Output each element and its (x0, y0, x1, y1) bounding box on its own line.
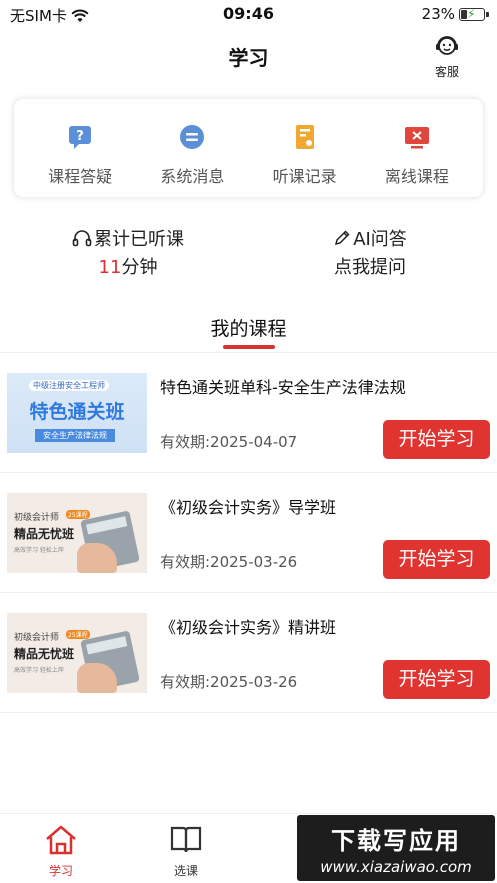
quick-action-offline-courses[interactable]: 离线课程 (371, 99, 463, 197)
message-icon (180, 125, 205, 149)
thumb-tag: 25课程 (66, 510, 90, 519)
quick-action-system-messages[interactable]: 系统消息 (146, 99, 238, 197)
thumb-subtitle: 安全生产法律法规 (35, 429, 115, 442)
thumb-line2: 精品无忧班 (14, 527, 75, 541)
status-bar: 无SIM卡 09:46 23% ⚡ (0, 0, 497, 30)
headphones-icon (72, 230, 92, 247)
tab-course-select[interactable]: 选课 (156, 824, 216, 879)
ai-qa-action: 点我提问 (334, 257, 406, 278)
listen-total-unit: 分钟 (121, 257, 158, 278)
quick-action-label: 系统消息 (160, 167, 225, 186)
thumb-line3: 高效学习 轻松上岸 (14, 547, 64, 554)
ai-qa-button[interactable]: AI问答 点我提问 (270, 225, 470, 279)
ai-qa-label: AI问答 (353, 229, 407, 250)
listen-total-stat: 累计已听课 11分钟 (28, 225, 228, 279)
start-learning-button[interactable]: 开始学习 (383, 540, 490, 579)
listen-total-label: 累计已听课 (94, 229, 184, 250)
customer-service-button[interactable]: 客服 (427, 34, 467, 80)
my-courses-title: 我的课程 (210, 318, 287, 340)
thumb-line1: 初级会计师 (14, 633, 60, 643)
book-icon (170, 826, 202, 853)
quick-action-label: 课程答疑 (48, 167, 113, 186)
stats-section: 累计已听课 11分钟 AI问答 点我提问 (0, 225, 497, 285)
battery-percent: 23% (421, 5, 455, 23)
battery-icon: ⚡ (459, 7, 489, 21)
thumb-line1: 初级会计师 (14, 513, 60, 523)
active-underline (222, 345, 275, 349)
quick-actions-card: ? 课程答疑 系统消息 听课记录 离线课程 (13, 98, 484, 198)
nav-bar: 学习 客服 (0, 30, 497, 80)
tab-label: 学习 (48, 864, 73, 878)
question-icon: ? (69, 126, 92, 149)
watermark: 下载写应用 www.xiazaiwao.com (297, 815, 495, 881)
quick-action-label: 听课记录 (272, 167, 337, 186)
quick-action-course-qa[interactable]: ? 课程答疑 (34, 99, 126, 197)
quick-action-label: 离线课程 (384, 167, 449, 186)
home-icon (46, 825, 76, 855)
headset-icon (436, 36, 458, 55)
watermark-title: 下载写应用 (331, 827, 461, 855)
course-validity: 有效期:2025-03-26 (160, 673, 298, 691)
start-learning-button[interactable]: 开始学习 (383, 420, 490, 459)
course-validity: 有效期:2025-04-07 (160, 433, 298, 451)
svg-text:?: ? (76, 129, 84, 144)
thumb-line2: 精品无忧班 (14, 647, 75, 661)
offline-icon (404, 127, 429, 149)
tab-study[interactable]: 学习 (31, 824, 91, 879)
quick-action-listen-history[interactable]: 听课记录 (259, 99, 351, 197)
start-learning-button[interactable]: 开始学习 (383, 660, 490, 699)
customer-service-label: 客服 (434, 65, 459, 79)
listen-total-value: 11 (98, 257, 122, 278)
record-icon (295, 125, 314, 149)
thumb-tag: 中级注册安全工程师 (29, 380, 109, 391)
course-name: 《初级会计实务》导学班 (160, 498, 337, 517)
course-item[interactable]: 初级会计师 25课程 精品无忧班 高效学习 轻松上岸 《初级会计实务》精讲班 有… (0, 593, 497, 713)
course-name: 《初级会计实务》精讲班 (160, 618, 337, 637)
course-thumbnail: 初级会计师 25课程 精品无忧班 高效学习 轻松上岸 (7, 613, 147, 693)
thumb-tag: 25课程 (66, 630, 90, 639)
course-item[interactable]: 中级注册安全工程师 特色通关班 安全生产法律法规 特色通关班单科-安全生产法律法… (0, 353, 497, 473)
pencil-icon (335, 230, 350, 246)
thumb-line3: 高效学习 轻松上岸 (14, 667, 64, 674)
course-thumbnail: 中级注册安全工程师 特色通关班 安全生产法律法规 (7, 373, 147, 453)
watermark-url: www.xiazaiwao.com (320, 858, 472, 876)
course-thumbnail: 初级会计师 25课程 精品无忧班 高效学习 轻松上岸 (7, 493, 147, 573)
course-validity: 有效期:2025-03-26 (160, 553, 298, 571)
thumb-title: 特色通关班 (29, 401, 125, 423)
my-courses-header: 我的课程 (0, 314, 497, 349)
course-name: 特色通关班单科-安全生产法律法规 (160, 378, 406, 397)
tab-label: 选课 (173, 864, 198, 878)
course-item[interactable]: 初级会计师 25课程 精品无忧班 高效学习 轻松上岸 《初级会计实务》导学班 有… (0, 473, 497, 593)
page-title: 学习 (228, 46, 269, 70)
battery-group: 23% ⚡ (421, 5, 489, 23)
